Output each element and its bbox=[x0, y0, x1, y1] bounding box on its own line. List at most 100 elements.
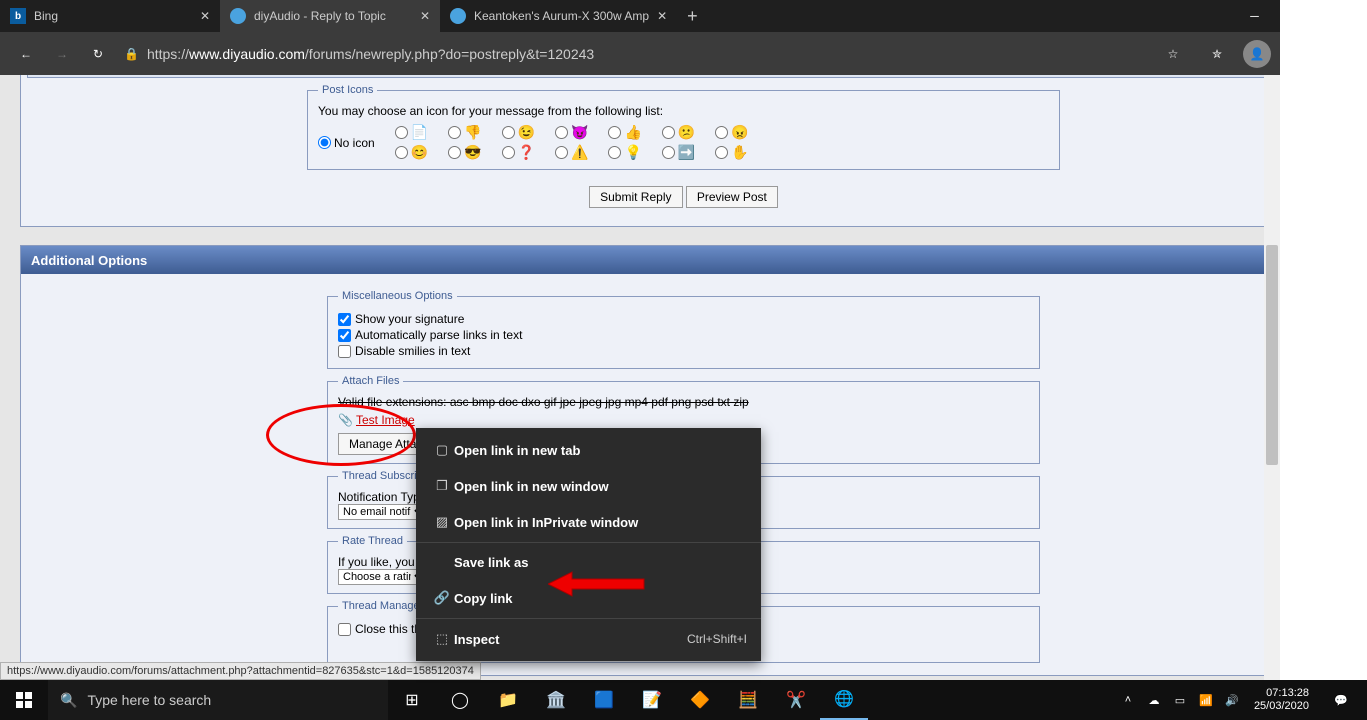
snipping-tool-icon[interactable]: ✂️ bbox=[772, 680, 820, 720]
taskbar-search[interactable]: 🔍 Type here to search bbox=[48, 680, 388, 720]
tab-bar: b Bing ✕ diyAudio - Reply to Topic ✕ Kea… bbox=[0, 0, 1367, 32]
tab-bing[interactable]: b Bing ✕ bbox=[0, 0, 220, 32]
app-icon[interactable]: 🏛️ bbox=[532, 680, 580, 720]
post-icons-fieldset: Post Icons You may choose an icon for yo… bbox=[307, 84, 1060, 170]
file-explorer-icon[interactable]: 📁 bbox=[484, 680, 532, 720]
icon-option[interactable]: ➡️ bbox=[662, 144, 695, 161]
app-icon[interactable]: 🟦 bbox=[580, 680, 628, 720]
taskbar: 🔍 Type here to search ⊞ ◯ 📁 🏛️ 🟦 📝 🔶 🧮 ✂… bbox=[0, 680, 1367, 720]
context-menu: ▢ Open link in new tab ❐ Open link in ne… bbox=[416, 428, 761, 661]
refresh-button[interactable]: ↻ bbox=[80, 36, 116, 72]
ctx-open-inprivate[interactable]: ▨ Open link in InPrivate window bbox=[416, 504, 761, 540]
profile-avatar[interactable]: 👤 bbox=[1243, 40, 1271, 68]
tab-label: Bing bbox=[34, 9, 192, 23]
inprivate-icon: ▨ bbox=[430, 514, 454, 530]
link-icon: 🔗 bbox=[430, 590, 454, 606]
back-button[interactable]: ← bbox=[8, 36, 44, 72]
close-thread-checkbox[interactable] bbox=[338, 623, 351, 636]
page-scrollbar[interactable] bbox=[1264, 75, 1280, 680]
auto-parse-checkbox[interactable] bbox=[338, 329, 351, 342]
attach-legend: Attach Files bbox=[338, 375, 403, 387]
ctx-inspect[interactable]: ⬚ Inspect Ctrl+Shift+I bbox=[416, 621, 761, 657]
wifi-icon[interactable]: 📶 bbox=[1196, 694, 1216, 707]
icon-option[interactable]: 😉 bbox=[502, 124, 535, 141]
new-tab-icon: ▢ bbox=[430, 442, 454, 458]
diyaudio-favicon bbox=[230, 8, 246, 24]
icon-option[interactable]: 👎 bbox=[448, 124, 481, 141]
task-view-button[interactable]: ⊞ bbox=[388, 680, 436, 720]
submit-reply-button[interactable]: Submit Reply bbox=[589, 186, 682, 208]
cortana-icon[interactable]: ◯ bbox=[436, 680, 484, 720]
icon-option[interactable]: 😕 bbox=[662, 124, 695, 141]
misc-legend: Miscellaneous Options bbox=[338, 290, 457, 302]
browser-chrome: b Bing ✕ diyAudio - Reply to Topic ✕ Kea… bbox=[0, 0, 1367, 75]
close-icon[interactable]: ✕ bbox=[200, 9, 210, 23]
rate-select[interactable]: Choose a rating bbox=[338, 569, 428, 585]
tab-diyaudio-reply[interactable]: diyAudio - Reply to Topic ✕ bbox=[220, 0, 440, 32]
onedrive-icon[interactable]: ☁ bbox=[1144, 694, 1164, 707]
tray-chevron-icon[interactable]: ˄ bbox=[1118, 694, 1138, 706]
post-icons-intro: You may choose an icon for your message … bbox=[318, 104, 1049, 118]
address-bar: ← → ↻ 🔒 https://www.diyaudio.com/forums/… bbox=[0, 32, 1367, 75]
disable-smilies-checkbox[interactable] bbox=[338, 345, 351, 358]
app-icon[interactable]: 🔶 bbox=[676, 680, 724, 720]
lock-icon[interactable]: 🔒 bbox=[124, 47, 139, 61]
post-icons-legend: Post Icons bbox=[318, 84, 377, 96]
icon-option[interactable]: ⚠️ bbox=[555, 144, 588, 161]
icon-option[interactable]: ✋ bbox=[715, 144, 748, 161]
clock[interactable]: 07:13:28 25/03/2020 bbox=[1248, 687, 1315, 713]
valid-extensions: Valid file extensions: asc bmp doc dxo g… bbox=[338, 395, 1029, 409]
icon-option[interactable]: 📄 bbox=[395, 124, 428, 141]
misc-options-fieldset: Miscellaneous Options Show your signatur… bbox=[327, 290, 1040, 369]
icon-option[interactable]: 😊 bbox=[395, 144, 428, 161]
tab-label: Keantoken's Aurum-X 300w Amp bbox=[474, 9, 649, 23]
diyaudio-favicon bbox=[450, 8, 466, 24]
ctx-copy-link[interactable]: 🔗 Copy link bbox=[416, 580, 761, 616]
forward-button[interactable]: → bbox=[44, 36, 80, 72]
url-text[interactable]: https://www.diyaudio.com/forums/newreply… bbox=[147, 46, 1155, 62]
calculator-icon[interactable]: 🧮 bbox=[724, 680, 772, 720]
battery-icon[interactable]: ▭ bbox=[1170, 694, 1190, 707]
ctx-open-new-tab[interactable]: ▢ Open link in new tab bbox=[416, 432, 761, 468]
ctx-save-link-as[interactable]: Save link as bbox=[416, 545, 761, 580]
no-icon-option[interactable]: No icon bbox=[318, 136, 375, 150]
preview-post-button[interactable]: Preview Post bbox=[686, 186, 778, 208]
app-icon[interactable]: 📝 bbox=[628, 680, 676, 720]
rate-legend: Rate Thread bbox=[338, 535, 407, 547]
new-tab-button[interactable]: + bbox=[677, 6, 708, 27]
search-icon: 🔍 bbox=[60, 692, 77, 709]
icon-option[interactable]: 💡 bbox=[608, 144, 641, 161]
attachment-icon: 📎 bbox=[338, 413, 352, 427]
icon-option[interactable]: 👍 bbox=[608, 124, 641, 141]
icon-option[interactable]: 😠 bbox=[715, 124, 748, 141]
close-icon[interactable]: ✕ bbox=[657, 9, 667, 23]
tab-keantoken[interactable]: Keantoken's Aurum-X 300w Amp ✕ bbox=[440, 0, 677, 32]
bing-favicon: b bbox=[10, 8, 26, 24]
start-button[interactable] bbox=[0, 680, 48, 720]
ctx-open-new-window[interactable]: ❐ Open link in new window bbox=[416, 468, 761, 504]
notifications-button[interactable]: 💬 bbox=[1321, 680, 1361, 720]
ctx-separator bbox=[416, 542, 761, 543]
post-panel: Post Icons You may choose an icon for yo… bbox=[20, 75, 1347, 227]
ctx-separator bbox=[416, 618, 761, 619]
system-tray: ˄ ☁ ▭ 📶 🔊 07:13:28 25/03/2020 💬 bbox=[1118, 680, 1367, 720]
icon-option[interactable]: ❓ bbox=[502, 144, 535, 161]
test-image-link[interactable]: Test Image bbox=[356, 413, 415, 427]
tab-label: diyAudio - Reply to Topic bbox=[254, 9, 412, 23]
additional-options-header: Additional Options ▲ bbox=[21, 246, 1346, 274]
search-placeholder: Type here to search bbox=[87, 692, 211, 708]
blank-area bbox=[1280, 0, 1367, 680]
favorite-star-icon[interactable]: ☆ bbox=[1155, 36, 1191, 72]
minimize-button[interactable]: ─ bbox=[1232, 0, 1277, 32]
status-bar: https://www.diyaudio.com/forums/attachme… bbox=[0, 662, 481, 680]
edge-browser-icon[interactable]: 🌐 bbox=[820, 680, 868, 720]
favorites-icon[interactable]: ✮ bbox=[1199, 36, 1235, 72]
close-icon[interactable]: ✕ bbox=[420, 9, 430, 23]
inspect-icon: ⬚ bbox=[430, 631, 454, 647]
icon-option[interactable]: 😈 bbox=[555, 124, 588, 141]
show-signature-checkbox[interactable] bbox=[338, 313, 351, 326]
notification-type-select[interactable]: No email notific bbox=[338, 504, 428, 520]
icon-option[interactable]: 😎 bbox=[448, 144, 481, 161]
new-window-icon: ❐ bbox=[430, 478, 454, 494]
volume-icon[interactable]: 🔊 bbox=[1222, 694, 1242, 707]
